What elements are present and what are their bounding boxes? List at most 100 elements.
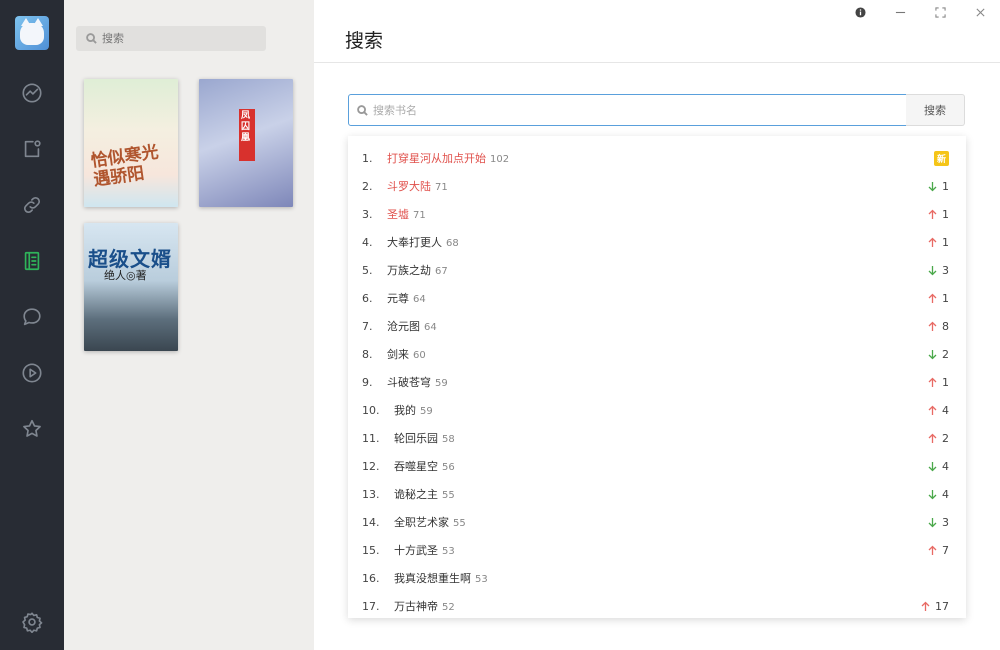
arrow-up-icon bbox=[928, 545, 942, 556]
shelf-search-input[interactable] bbox=[102, 32, 252, 45]
minimize-icon[interactable] bbox=[892, 4, 908, 20]
search-count: 52 bbox=[442, 602, 455, 613]
ranking-row[interactable]: 6. 元尊 64 1 bbox=[348, 284, 966, 312]
arrow-up-icon bbox=[928, 405, 942, 416]
book-cover[interactable]: 超级文婿 绝人◎著 bbox=[84, 223, 178, 351]
ranking-row[interactable]: 4. 大奉打更人 68 1 bbox=[348, 228, 966, 256]
rank-change: 8 bbox=[928, 320, 949, 333]
rank-number: 4. bbox=[362, 235, 373, 249]
search-count: 56 bbox=[442, 462, 455, 473]
arrow-down-icon bbox=[928, 517, 942, 528]
rank-number: 1. bbox=[362, 151, 373, 165]
search-count: 53 bbox=[475, 574, 488, 585]
search-count: 59 bbox=[420, 406, 433, 417]
rank-change: 1 bbox=[928, 292, 949, 305]
rank-change: 1 bbox=[928, 208, 949, 221]
book-name: 我真没想重生啊 53 bbox=[394, 572, 488, 585]
rank-number: 10. bbox=[362, 403, 380, 417]
search-count: 55 bbox=[442, 490, 455, 501]
rank-number: 8. bbox=[362, 347, 373, 361]
ranking-row[interactable]: 11. 轮回乐园 58 2 bbox=[348, 424, 966, 452]
search-button[interactable]: 搜索 bbox=[906, 94, 965, 126]
arrow-up-icon bbox=[928, 377, 942, 388]
bookshelf-panel: 恰似寒光遇骄阳 凤囚凰 超级文婿 绝人◎著 bbox=[64, 0, 314, 650]
rank-number: 6. bbox=[362, 291, 373, 305]
book-cover[interactable]: 凤囚凰 bbox=[199, 79, 293, 207]
ranking-row[interactable]: 16. 我真没想重生啊 53 bbox=[348, 564, 966, 592]
book-name: 诡秘之主 55 bbox=[394, 488, 455, 501]
book-cover[interactable]: 恰似寒光遇骄阳 bbox=[84, 79, 178, 207]
rank-number: 17. bbox=[362, 599, 380, 613]
ranking-row[interactable]: 7. 沧元图 64 8 bbox=[348, 312, 966, 340]
rank-change: 2 bbox=[928, 432, 949, 445]
ranking-row[interactable]: 12. 吞噬星空 56 4 bbox=[348, 452, 966, 480]
arrow-up-icon bbox=[928, 237, 942, 248]
book-name: 斗罗大陆 71 bbox=[387, 180, 448, 193]
ranking-row[interactable]: 17. 万古神帝 52 17 bbox=[348, 592, 966, 618]
search-count: 71 bbox=[413, 210, 426, 221]
book-name: 斗破苍穹 59 bbox=[387, 376, 448, 389]
search-count: 71 bbox=[435, 182, 448, 193]
link-icon[interactable] bbox=[20, 193, 44, 217]
ranking-row[interactable]: 5. 万族之劫 67 3 bbox=[348, 256, 966, 284]
ranking-row[interactable]: 13. 诡秘之主 55 4 bbox=[348, 480, 966, 508]
book-cover-title: 凤囚凰 bbox=[241, 111, 251, 143]
rank-number: 3. bbox=[362, 207, 373, 221]
rank-number: 12. bbox=[362, 459, 380, 473]
info-icon[interactable] bbox=[852, 4, 868, 20]
search-count: 64 bbox=[424, 322, 437, 333]
header-divider bbox=[314, 62, 1000, 63]
discover-icon[interactable] bbox=[20, 81, 44, 105]
rank-number: 14. bbox=[362, 515, 380, 529]
book-name: 大奉打更人 68 bbox=[387, 236, 459, 249]
ranking-row[interactable]: 8. 剑来 60 2 bbox=[348, 340, 966, 368]
book-cover-author: 绝人◎著 bbox=[104, 269, 147, 282]
ranking-row[interactable]: 14. 全职艺术家 55 3 bbox=[348, 508, 966, 536]
search-count: 64 bbox=[413, 294, 426, 305]
user-avatar[interactable] bbox=[15, 16, 49, 50]
book-name: 我的 59 bbox=[394, 404, 433, 417]
ranking-row[interactable]: 9. 斗破苍穹 59 1 bbox=[348, 368, 966, 396]
rank-change: 1 bbox=[928, 376, 949, 389]
star-icon[interactable] bbox=[20, 417, 44, 441]
arrow-down-icon bbox=[928, 181, 942, 192]
ranking-row[interactable]: 15. 十方武圣 53 7 bbox=[348, 536, 966, 564]
shelf-search-box[interactable] bbox=[76, 26, 266, 51]
ranking-row[interactable]: 1. 打穿星河从加点开始 102 新 bbox=[348, 144, 966, 172]
arrow-down-icon bbox=[928, 461, 942, 472]
arrow-up-icon bbox=[928, 209, 942, 220]
rank-change: 1 bbox=[928, 236, 949, 249]
ranking-row[interactable]: 3. 圣墟 71 1 bbox=[348, 200, 966, 228]
book-name: 轮回乐园 58 bbox=[394, 432, 455, 445]
arrow-up-icon bbox=[928, 433, 942, 444]
book-search-input[interactable] bbox=[373, 103, 873, 117]
rank-change: 4 bbox=[928, 460, 949, 473]
rank-change: 4 bbox=[928, 404, 949, 417]
book-name: 打穿星河从加点开始 102 bbox=[387, 152, 510, 165]
rank-number: 9. bbox=[362, 375, 373, 389]
notification-icon[interactable] bbox=[20, 137, 44, 161]
rank-change: 1 bbox=[928, 180, 949, 193]
maximize-icon[interactable] bbox=[932, 4, 948, 20]
search-count: 58 bbox=[442, 434, 455, 445]
rank-number: 13. bbox=[362, 487, 380, 501]
book-name: 万族之劫 67 bbox=[387, 264, 448, 277]
book-name: 圣墟 71 bbox=[387, 208, 426, 221]
arrow-down-icon bbox=[928, 489, 942, 500]
settings-icon[interactable] bbox=[20, 610, 44, 634]
chat-icon[interactable] bbox=[20, 305, 44, 329]
play-icon[interactable] bbox=[20, 361, 44, 385]
rank-number: 5. bbox=[362, 263, 373, 277]
arrow-up-icon bbox=[928, 321, 942, 332]
bookshelf-icon[interactable] bbox=[20, 249, 44, 273]
ranking-row[interactable]: 2. 斗罗大陆 71 1 bbox=[348, 172, 966, 200]
book-search-box[interactable] bbox=[348, 94, 907, 126]
cat-avatar-image bbox=[20, 18, 44, 45]
rank-number: 11. bbox=[362, 431, 380, 445]
close-icon[interactable] bbox=[972, 4, 988, 20]
rank-change: 17 bbox=[921, 600, 949, 613]
rank-change: 3 bbox=[928, 516, 949, 529]
search-count: 53 bbox=[442, 546, 455, 557]
book-name: 十方武圣 53 bbox=[394, 544, 455, 557]
ranking-row[interactable]: 10. 我的 59 4 bbox=[348, 396, 966, 424]
